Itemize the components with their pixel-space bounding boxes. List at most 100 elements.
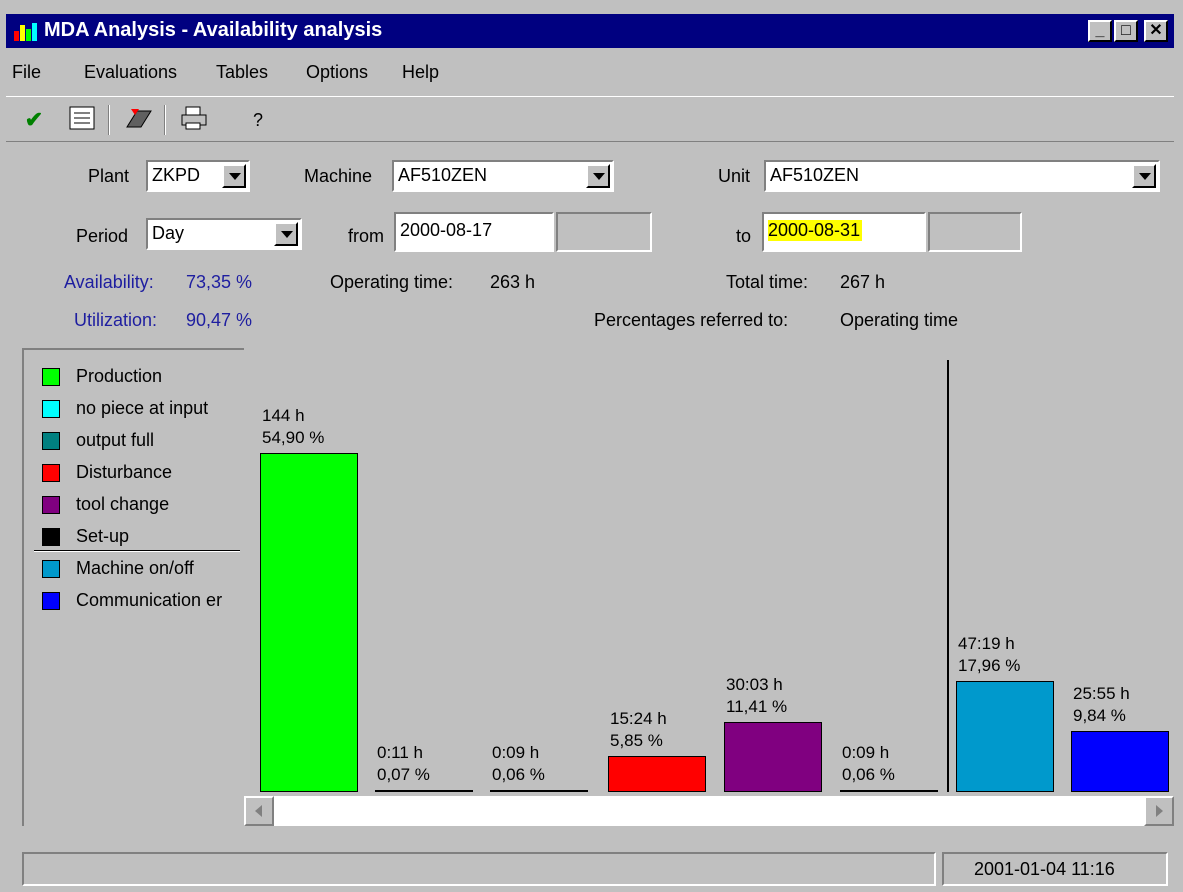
legend-swatch [42,496,60,514]
chart-bar [956,681,1054,792]
percentages-value: Operating time [840,310,959,330]
menu-help[interactable]: Help [402,62,439,83]
chevron-down-icon[interactable] [1132,164,1156,188]
toolbar-separator [164,105,166,135]
menu-tables[interactable]: Tables [216,62,268,83]
bar-hours-label: 30:03 h [726,675,783,694]
to-date-value: 2000-08-31 [768,220,863,241]
menu-evaluations[interactable]: Evaluations [84,62,177,83]
legend-swatch [42,368,60,386]
bar-hours-label: 15:24 h [610,709,667,728]
to-label: to [736,226,752,246]
legend-swatch [42,432,60,450]
bar-hours-label: 0:09 h [842,743,890,762]
bar-hours-label: 47:19 h [958,634,1015,653]
legend-label: Communication er [76,590,223,610]
evaluation-table-icon[interactable] [66,105,98,135]
bar-percent-label: 0,06 % [492,765,545,784]
minimize-button[interactable]: _ [1088,20,1112,42]
total-time-value: 267 h [840,272,886,292]
period-value: Day [152,223,185,243]
export-icon[interactable] [122,105,154,135]
plant-label: Plant [88,166,130,186]
status-panel [22,852,936,886]
bar-hours-label: 144 h [262,406,305,425]
chart-bar [724,722,822,792]
unit-label: Unit [718,166,751,186]
period-select[interactable]: Day [146,218,302,250]
legend-divider [34,550,240,552]
unit-select[interactable]: AF510ZEN [764,160,1160,192]
chart-bar [840,790,938,792]
plant-select[interactable]: ZKPD [146,160,250,192]
scroll-right-button[interactable] [1144,796,1174,826]
legend-label: tool change [76,494,170,514]
legend-swatch [42,560,60,578]
legend-label: no piece at input [76,398,209,418]
legend-swatch [42,400,60,418]
chart-bar [608,756,706,792]
title-bar[interactable]: MDA Analysis - Availability analysis _ □… [6,14,1174,48]
toolbar: ✔ ? [6,96,1174,142]
chevron-down-icon[interactable] [274,222,298,246]
bar-hours-label: 0:09 h [492,743,540,762]
from-label: from [348,226,384,246]
bar-percent-label: 17,96 % [958,656,1021,675]
availability-bar-chart: 144 h 54,90 % 0:11 h 0,07 % 0:09 h 0,06 % 15:2… [244,348,1174,796]
legend-label: output full [76,430,155,450]
from-date-value: 2000-08-17 [400,220,493,240]
legend-swatch [42,464,60,482]
period-label: Period [76,226,129,246]
legend-label: Set-up [76,526,130,546]
toolbar-separator [108,105,110,135]
bar-percent-label: 54,90 % [262,428,325,447]
chevron-down-icon[interactable] [586,164,610,188]
bar-percent-label: 9,84 % [1073,706,1126,725]
plant-value: ZKPD [152,165,201,185]
check-icon[interactable]: ✔ [18,105,50,135]
chart-legend: Production no piece at input output full… [22,348,244,826]
chart-bar [1071,731,1169,792]
utilization-label: Utilization: [74,310,158,330]
menu-options[interactable]: Options [306,62,368,83]
utilization-value: 90,47 % [186,310,253,330]
horizontal-scrollbar[interactable] [244,796,1174,826]
menu-bar: File Evaluations Tables Options Help [6,50,1174,86]
menu-file[interactable]: File [12,62,41,83]
chart-bar [375,790,473,792]
bar-hours-label: 0:11 h [377,743,424,762]
bar-percent-label: 5,85 % [610,731,663,750]
to-time-input[interactable] [928,212,1022,252]
from-date-input[interactable]: 2000-08-17 [394,212,554,252]
close-button[interactable]: ✕ [1144,20,1168,42]
operating-time-label: Operating time: [330,272,454,292]
chart-divider [947,360,949,792]
machine-select[interactable]: AF510ZEN [392,160,614,192]
help-icon[interactable]: ? [242,105,274,135]
total-time-label: Total time: [726,272,809,292]
availability-value: 73,35 % [186,272,253,292]
bar-percent-label: 11,41 % [726,697,788,716]
status-datetime-panel: 2001-01-04 11:16 [942,852,1168,886]
from-time-input[interactable] [556,212,652,252]
bar-percent-label: 0,07 % [377,765,430,784]
operating-time-value: 263 h [490,272,536,292]
legend-label: Production [76,366,163,386]
legend-label: Disturbance [76,462,173,482]
scroll-left-button[interactable] [244,796,274,826]
chart-bar [490,790,588,792]
window-title: MDA Analysis - Availability analysis [44,19,383,41]
unit-value: AF510ZEN [770,165,860,185]
legend-swatch [42,592,60,610]
bar-percent-label: 0,06 % [842,765,895,784]
print-icon[interactable] [178,105,210,135]
status-datetime: 2001-01-04 11:16 [974,859,1115,879]
maximize-button[interactable]: □ [1114,20,1138,42]
legend-label: Machine on/off [76,558,194,578]
to-date-input[interactable]: 2000-08-31 [762,212,926,252]
machine-value: AF510ZEN [398,165,488,185]
chart-bar [260,453,358,792]
chevron-down-icon[interactable] [222,164,246,188]
app-icon [14,23,38,41]
availability-label: Availability: [64,272,154,292]
